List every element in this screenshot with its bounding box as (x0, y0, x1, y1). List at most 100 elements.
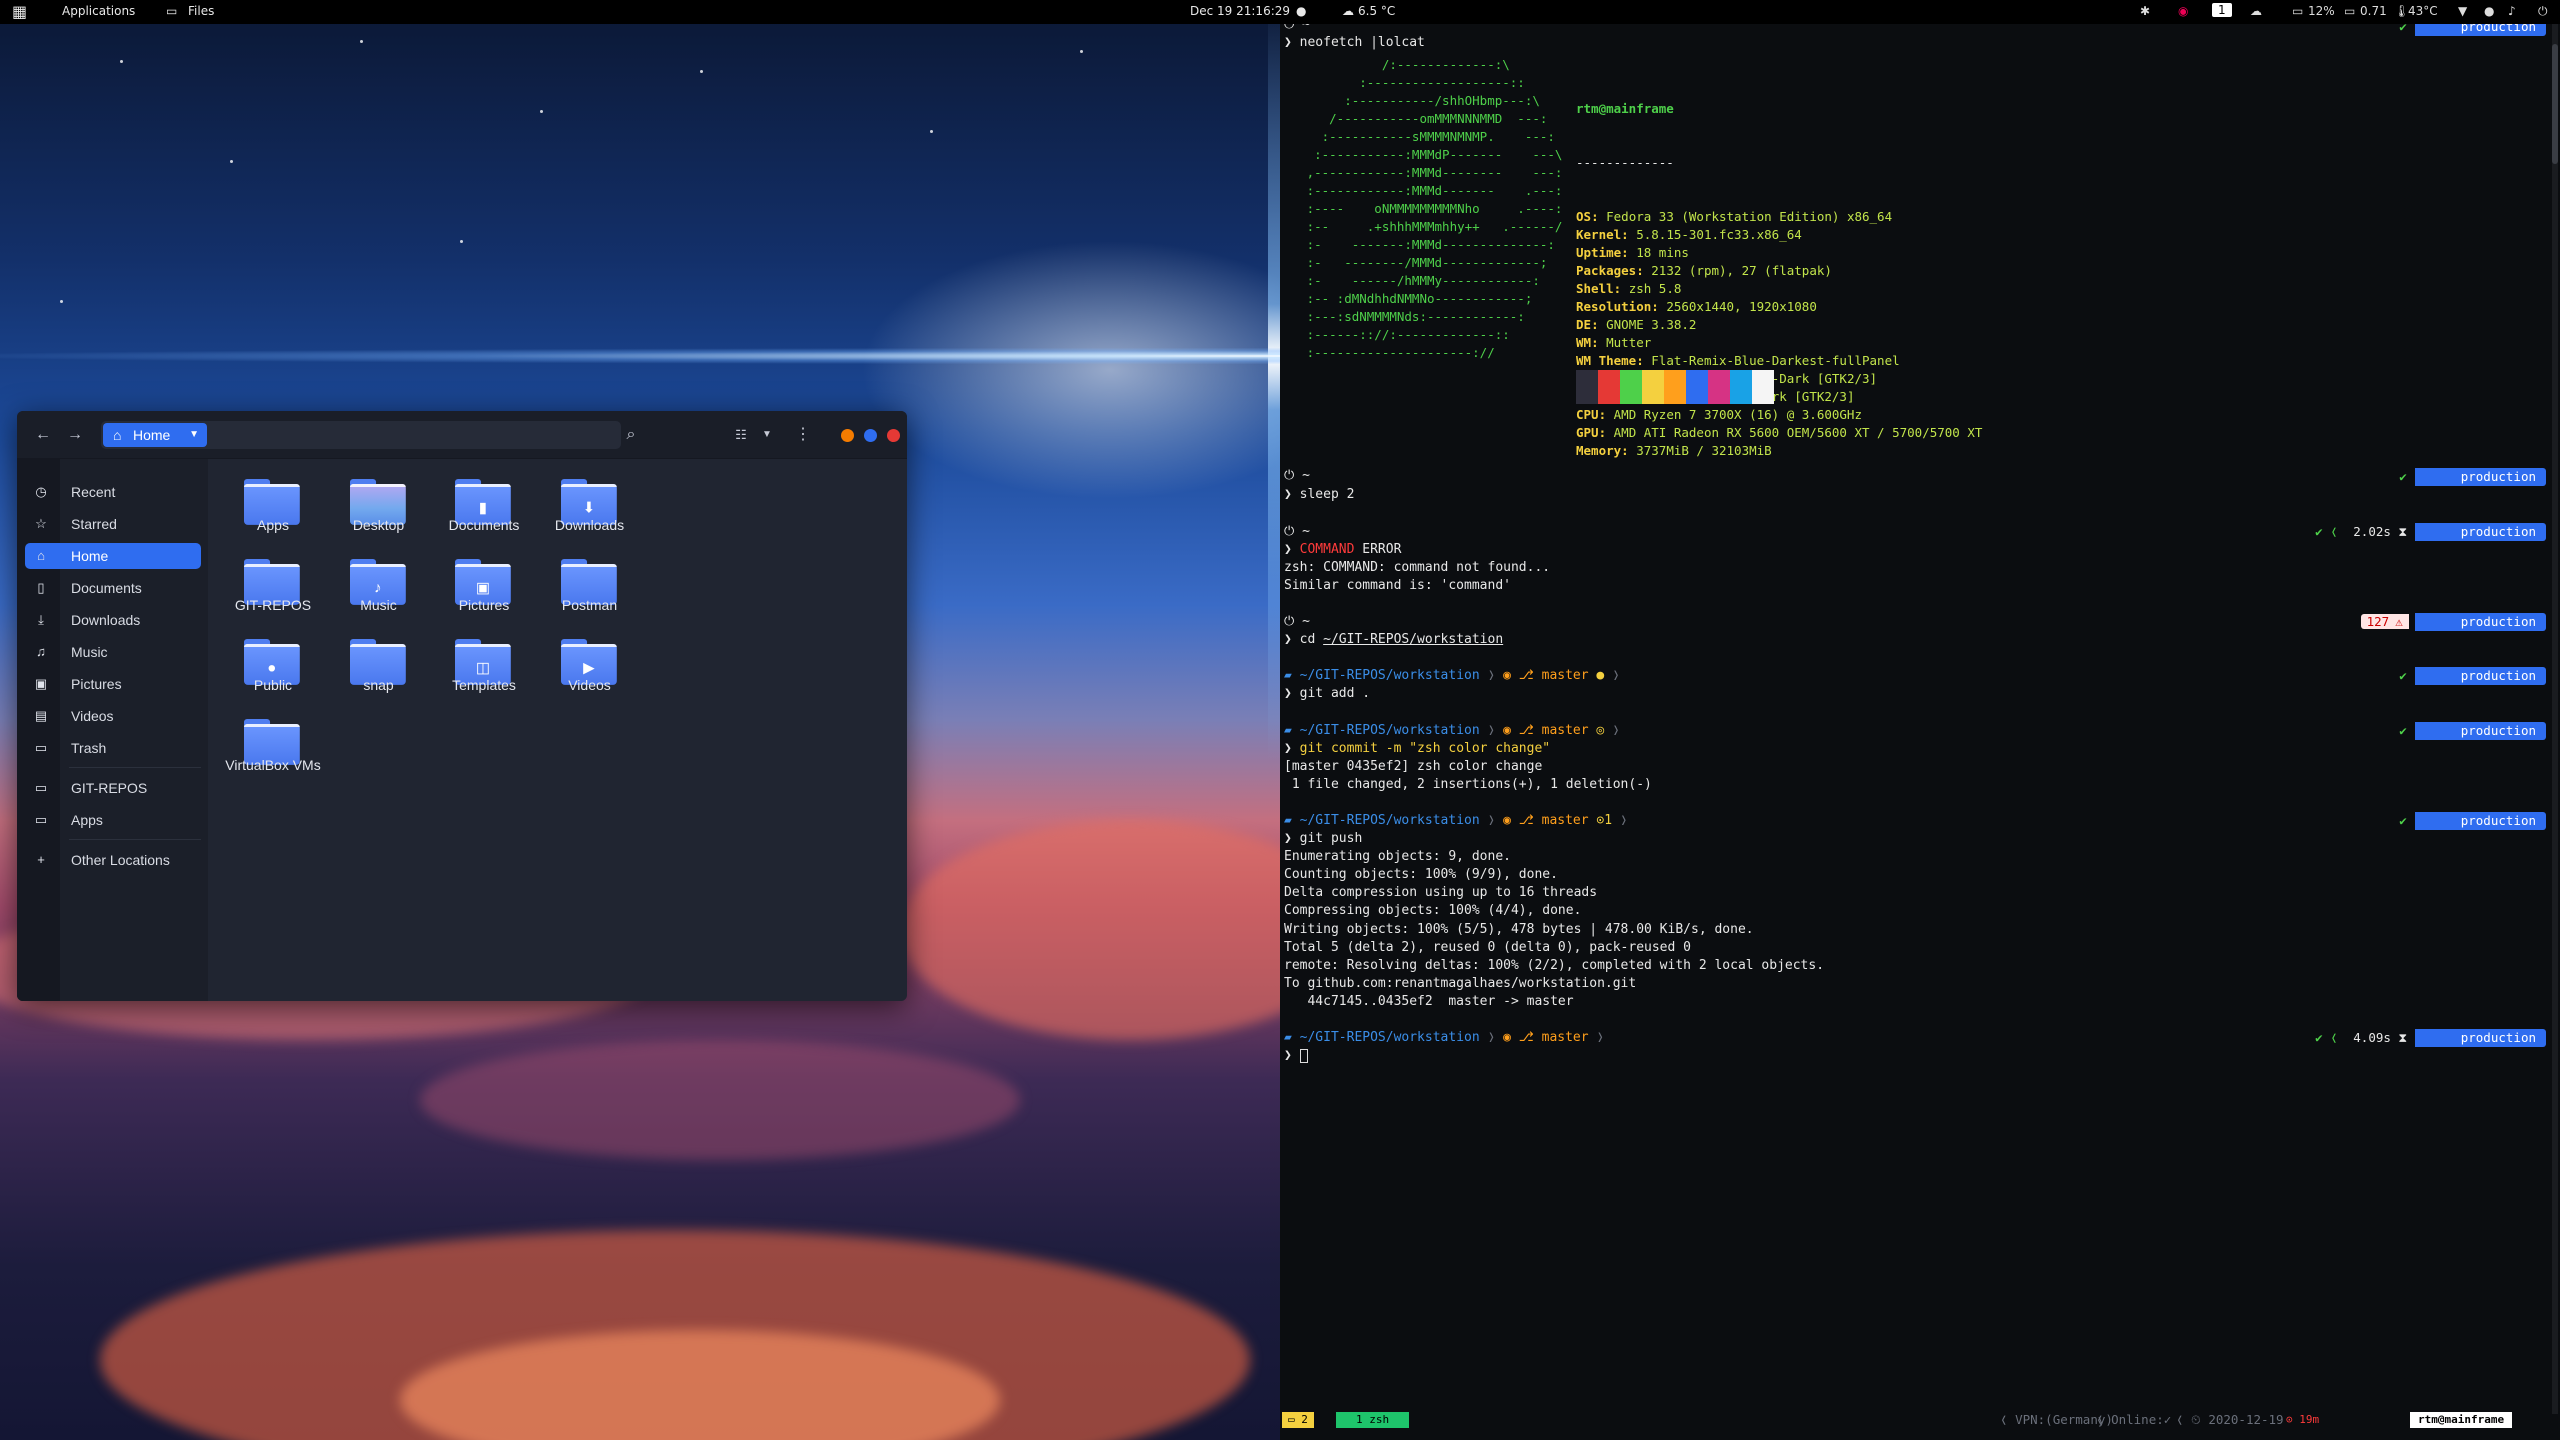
weather-icon: ☁ (1342, 4, 1354, 18)
minimize-button[interactable] (841, 429, 854, 442)
command-text: sleep 2 (1299, 487, 1355, 503)
clock[interactable]: Dec 19 21:16:29 (1190, 4, 1290, 18)
repo-path: ~/GIT-REPOS/workstation (1299, 813, 1480, 829)
app-tray-icon[interactable]: ◉ (2178, 4, 2188, 18)
activities-grid-icon[interactable]: ▦ (12, 2, 27, 21)
path-bar[interactable]: ⌂ Home ▼ (101, 421, 621, 449)
sidebar-item-home[interactable]: ⌂ Home (25, 543, 201, 569)
hourglass-icon: ⧗ (2390, 1030, 2415, 1046)
sidebar-item-git-repos[interactable]: ▭ GIT-REPOS (25, 775, 201, 801)
output-line: Delta compression using up to 16 threads (1284, 885, 1598, 901)
folder-glyph-icon: ● (267, 659, 277, 677)
folder-item[interactable]: ▶ Videos (537, 619, 643, 739)
output-line: Enumerating objects: 9, done. (1284, 849, 1511, 865)
folder-item[interactable]: snap (326, 619, 432, 739)
wifi-icon[interactable]: ▼ (2458, 4, 2467, 18)
scrollbar-thumb[interactable] (2552, 44, 2558, 164)
sidebar-item-label: Pictures (71, 676, 122, 692)
sidebar-item-apps[interactable]: ▭ Apps (25, 807, 201, 833)
context-badge: production (2414, 522, 2546, 541)
command-line: ❯ git add . (1284, 686, 1371, 702)
info-key: GPU (1576, 425, 1599, 440)
power-icon[interactable]: ⏻ (2538, 4, 2548, 19)
menu-button[interactable]: ⋮ (791, 423, 815, 447)
trash-icon: ▭ (34, 740, 48, 755)
exit-code-badge: 127 (2360, 613, 2396, 629)
sidebar-item-label: Apps (71, 812, 103, 828)
context-badge: production (2414, 1029, 2546, 1048)
hourglass-icon: ⧗ (2390, 523, 2415, 539)
cloud-icon[interactable]: ☁ (2250, 4, 2262, 18)
info-key: Uptime (1576, 245, 1622, 260)
sidebar-item-label: Documents (71, 580, 142, 596)
git-icon: ◉ ⎇ (1503, 813, 1542, 829)
sidebar-item-starred[interactable]: ☆ Starred (25, 511, 201, 537)
git-icon: ◉ ⎇ (1503, 668, 1542, 684)
sidebar-item-trash[interactable]: ▭ Trash (25, 735, 201, 761)
sidebar-item-recent[interactable]: ◷ Recent (25, 479, 201, 505)
files-app-icon[interactable]: ▭ (166, 4, 177, 18)
path-home-label: Home (133, 427, 171, 443)
notification-dot-icon: ● (1296, 4, 1307, 18)
info-line: Memory: 3737MiB / 32103MiB (1576, 443, 1772, 458)
folder-item[interactable]: ◫ Templates (431, 619, 537, 739)
prompt-line: ⏻ ~ (1284, 613, 1310, 629)
info-key: Kernel (1576, 227, 1622, 242)
wallpaper-light-beam (1268, 0, 1280, 760)
folder-item[interactable]: VirtualBox VMs (220, 699, 326, 819)
output-line: Compressing objects: 100% (4/4), done. (1284, 903, 1582, 919)
microphone-icon[interactable]: ● (2484, 4, 2494, 18)
warning-icon: ⚠ (2395, 613, 2409, 629)
folder-name: Videos (568, 677, 611, 693)
slack-icon[interactable]: ✱ (2140, 4, 2150, 18)
sidebar-item-other-locations[interactable]: + Other Locations (25, 847, 201, 873)
load-average: 0.71 (2360, 4, 2387, 18)
sidebar-item-music[interactable]: ♫ Music (25, 639, 201, 665)
context-badge: production (2414, 812, 2546, 831)
sidebar-item-pictures[interactable]: ▣ Pictures (25, 671, 201, 697)
folder-name: Pictures (458, 597, 510, 613)
cpu-temperature: 43°C (2408, 4, 2438, 18)
star (230, 160, 233, 163)
view-options-button[interactable]: ▼ (755, 423, 779, 447)
maximize-button[interactable] (864, 429, 877, 442)
right-prompt: ✔ production (2399, 468, 2546, 487)
folder-glyph-icon: ♪ (373, 579, 382, 597)
scrollbar[interactable] (2552, 24, 2558, 1414)
session-badge[interactable]: ▭ 2 (1282, 1412, 1314, 1428)
success-check-icon: ✔ ❬ (2315, 1030, 2346, 1046)
view-list-button[interactable]: ☷ (729, 423, 753, 447)
command-line[interactable]: ❯ (1284, 1047, 1308, 1065)
palette-swatch (1730, 370, 1752, 404)
top-panel: ▦ Applications ▭ Files Dec 19 21:16:29 ●… (0, 0, 2560, 24)
sidebar-item-documents[interactable]: ▯ Documents (25, 575, 201, 601)
star (930, 130, 933, 133)
path-home-button[interactable]: ⌂ Home ▼ (103, 423, 207, 447)
chevron-down-icon: ▼ (189, 429, 199, 440)
info-key: Shell (1576, 281, 1614, 296)
info-line: WM: Mutter (1576, 335, 1652, 350)
search-button[interactable]: ⌕ (619, 423, 643, 447)
volume-icon[interactable]: ♪ (2508, 4, 2516, 18)
applications-menu[interactable]: Applications (62, 4, 135, 18)
right-prompt: ✔ production (2399, 721, 2546, 740)
workspace-indicator[interactable]: 1 (2212, 3, 2232, 17)
terminal-window[interactable]: ⏻ ~ ✔ production ❯ neofetch |lolcat /:---… (1280, 17, 2560, 1440)
back-button[interactable]: ← (31, 423, 55, 447)
prompt-line: ⏻ ~ (1284, 523, 1310, 539)
git-branch: master (1541, 668, 1589, 684)
close-button[interactable] (887, 429, 900, 442)
sidebar-item-downloads[interactable]: ⤓ Downloads (25, 607, 201, 633)
sidebar-item-videos[interactable]: ▤ Videos (25, 703, 201, 729)
forward-button[interactable]: → (63, 423, 87, 447)
output-line: Writing objects: 100% (5/5), 478 bytes |… (1284, 921, 1754, 937)
info-key: CPU (1576, 407, 1599, 422)
window-tab[interactable]: 1 zsh (1336, 1412, 1410, 1428)
wallpaper-glow (860, 240, 1280, 500)
picture-icon: ▣ (34, 676, 48, 691)
weather-temp[interactable]: 6.5 °C (1358, 4, 1395, 18)
output-line: Similar command is: 'command' (1284, 577, 1511, 593)
context-badge: production (2414, 468, 2546, 487)
files-app-menu[interactable]: Files (188, 4, 214, 18)
repo-path: ~/GIT-REPOS/workstation (1299, 722, 1480, 738)
